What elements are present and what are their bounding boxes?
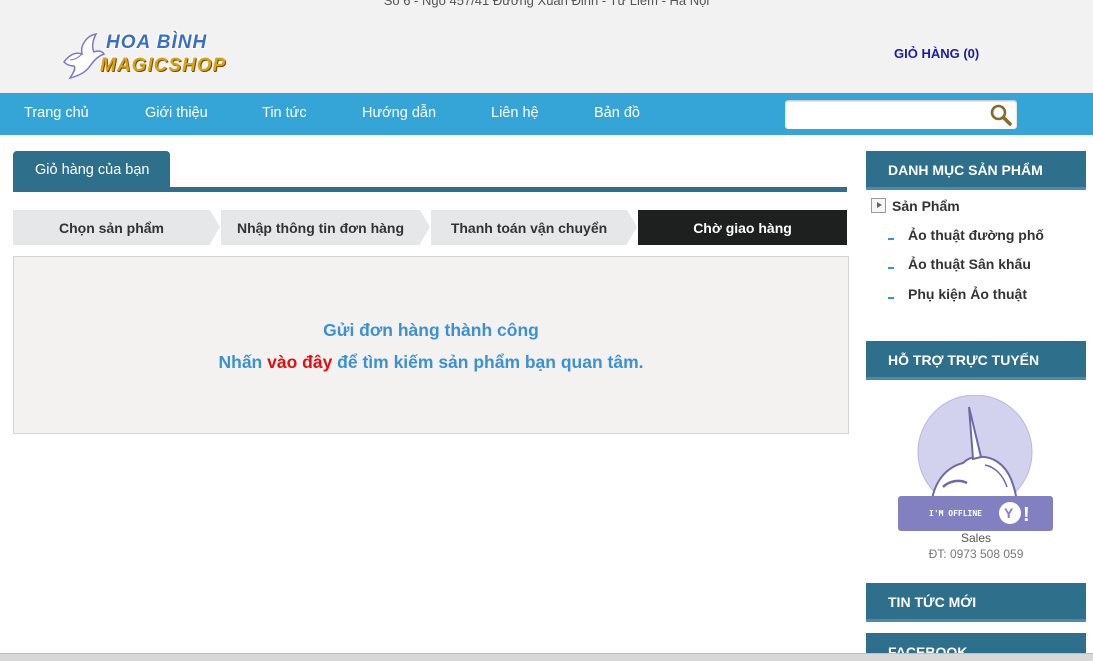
step-label: Chờ giao hàng: [693, 219, 792, 236]
search-input[interactable]: [791, 104, 981, 125]
support-name: Sales: [960, 531, 992, 545]
news-title-text: TIN TỨC MỚI: [888, 594, 977, 610]
play-arrow-icon: [871, 198, 886, 213]
step-arrow: [627, 210, 637, 244]
offline-status-text: I'M OFFLINE: [929, 509, 982, 518]
hint-suffix: để tìm kiếm sản phẩm bạn quan tâm.: [332, 352, 644, 372]
support-title-text: HỖ TRỢ TRỰC TUYẾN: [888, 352, 1040, 368]
step-arrow: [210, 210, 220, 244]
support-panel-title: HỖ TRỢ TRỰC TUYẾN: [866, 341, 1086, 380]
step-payment-shipping: Thanh toán vận chuyển: [431, 210, 627, 245]
support-phone: ĐT: 0973 508 059: [928, 547, 1024, 561]
logo-text-bottom: MAGICSHOP: [100, 55, 227, 76]
here-link[interactable]: vào đây: [267, 352, 332, 372]
success-message: Gửi đơn hàng thành công: [323, 320, 539, 340]
yahoo-messenger-status[interactable]: Y ! I'M OFFLINE: [897, 394, 1054, 532]
nav-item-about[interactable]: Giới thiệu: [145, 105, 208, 121]
cart-tab-divider: [13, 187, 847, 192]
cart-link[interactable]: GIỎ HÀNG (0): [894, 46, 979, 61]
dash-icon: [888, 267, 894, 269]
step-label: Nhập thông tin đơn hàng: [236, 219, 405, 236]
checkout-steps: Chọn sản phẩm Nhập thông tin đơn hàng Th…: [13, 210, 847, 245]
category-title-text: DANH MỤC SẢN PHẨM: [888, 162, 1043, 178]
site-header: Số 6 - Ngõ 457/41 Đường Xuân Đỉnh - Từ L…: [0, 0, 1093, 93]
horizontal-scrollbar[interactable]: [0, 653, 1093, 661]
dash-icon: [888, 297, 894, 299]
nav-item-contact[interactable]: Liên hệ: [491, 105, 539, 121]
step-label: Chọn sản phẩm: [58, 219, 164, 236]
cart-tab: Giỏ hàng của bạn: [13, 151, 170, 187]
nav-item-home[interactable]: Trang chủ: [24, 105, 89, 121]
step-awaiting-delivery: Chờ giao hàng: [638, 210, 847, 245]
hint-prefix: Nhấn: [218, 352, 268, 372]
nav-item-guide[interactable]: Hướng dẫn: [362, 105, 436, 121]
cart-tab-label: Giỏ hàng của bạn: [35, 162, 150, 178]
svg-text:Y: Y: [1004, 505, 1014, 521]
search-box: [785, 100, 1017, 129]
site-logo[interactable]: HOA BÌNH MAGICSHOP: [62, 28, 225, 84]
nav-item-news[interactable]: Tin tức: [262, 105, 307, 121]
category-item-label: Phụ kiện Ảo thuật: [908, 286, 1027, 302]
main-nav: Trang chủ Giới thiệu Tin tức Hướng dẫn L…: [0, 93, 1093, 135]
shop-address: Số 6 - Ngõ 457/41 Đường Xuân Đỉnh - Từ L…: [383, 0, 710, 8]
logo-text-top: HOA BÌNH: [106, 32, 208, 53]
step-order-info: Nhập thông tin đơn hàng: [221, 210, 420, 245]
category-panel-title: DANH MỤC SẢN PHẨM: [866, 151, 1086, 190]
dash-icon: [888, 238, 894, 240]
step-arrow: [420, 210, 430, 244]
step-choose-product: Chọn sản phẩm: [13, 210, 210, 245]
order-result-box: Gửi đơn hàng thành công Nhấn vào đây để …: [13, 256, 849, 434]
category-item-label: Ảo thuật đường phố: [908, 227, 1044, 243]
search-icon[interactable]: [989, 103, 1013, 127]
category-root-label: Sản Phẩm: [892, 198, 960, 214]
nav-item-map[interactable]: Bản đồ: [594, 105, 640, 121]
news-panel-title: TIN TỨC MỚI: [866, 583, 1086, 622]
category-item-label: Ảo thuật Sân khấu: [908, 256, 1031, 272]
svg-text:!: !: [1023, 504, 1030, 526]
search-hint: Nhấn vào đây để tìm kiếm sản phẩm bạn qu…: [14, 352, 848, 373]
step-label: Thanh toán vận chuyển: [450, 219, 608, 236]
